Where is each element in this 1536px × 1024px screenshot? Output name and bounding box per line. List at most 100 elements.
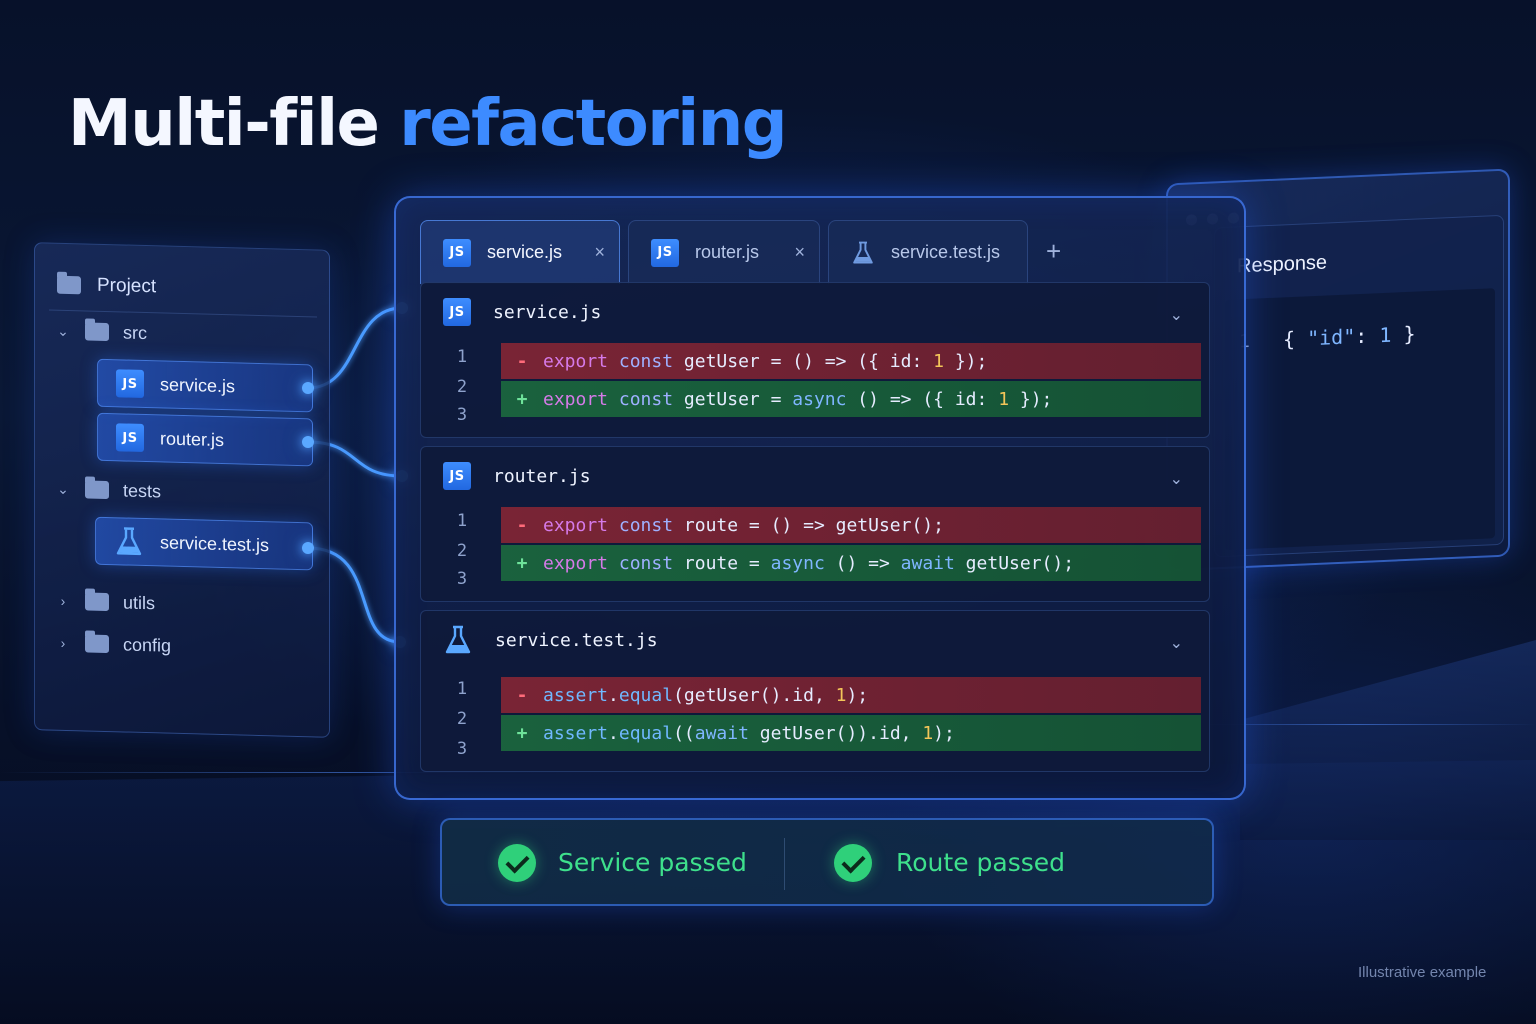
tab-label: service.test.js — [891, 242, 1001, 262]
flask-icon — [853, 241, 873, 264]
tree-file-label: router.js — [160, 427, 225, 450]
response-json: { "id": 1 } — [1283, 322, 1416, 352]
js-icon: JS — [116, 423, 144, 453]
tab-label: service.js — [487, 242, 563, 262]
connector-dot — [302, 382, 314, 394]
diff-sign-removed: - — [516, 684, 528, 706]
explorer-root-label: Project — [97, 274, 157, 298]
tab-service-js[interactable]: JS service.js × — [420, 220, 620, 284]
connector-dot — [302, 436, 314, 448]
diff-sign-added: + — [516, 722, 528, 744]
test-status-bar: Service passed Route passed — [440, 818, 1214, 906]
tree-folder-label: config — [123, 633, 172, 656]
tree-folder-tests[interactable]: ⌄ tests — [55, 474, 161, 507]
folder-icon — [85, 480, 109, 500]
tree-file-service-js[interactable]: JS service.js — [97, 358, 313, 413]
response-title: Response — [1237, 251, 1328, 278]
line-number: 3 — [456, 569, 468, 589]
status-service-passed: Service passed — [558, 848, 747, 877]
tab-router-js[interactable]: JS router.js × — [628, 220, 820, 284]
tab-label: router.js — [695, 242, 760, 262]
response-json-text: { "id": 1 } — [1283, 321, 1416, 352]
check-circle-icon — [834, 844, 872, 882]
diff-sign-added: + — [516, 552, 528, 574]
panel-file-name: router.js — [493, 465, 591, 487]
line-number: 1 — [456, 347, 468, 367]
line-number: 1 — [456, 511, 468, 531]
tree-file-router-js[interactable]: JS router.js — [97, 412, 313, 467]
diff-code: export const getUser = async () => ({ id… — [543, 388, 1053, 410]
tree-file-label: service.test.js — [160, 531, 270, 555]
diff-line-added: + export const route = async () => await… — [501, 545, 1201, 581]
js-icon: JS — [443, 238, 471, 267]
line-number: 2 — [456, 541, 468, 561]
panel-file-name: service.test.js — [495, 629, 658, 651]
tree-folder-src[interactable]: ⌄ src — [55, 316, 147, 348]
diff-code: export const route = async () => await g… — [543, 552, 1075, 574]
diff-line-removed: - assert.equal(getUser().id, 1); — [501, 677, 1201, 713]
diff-line-added: + assert.equal((await getUser()).id, 1); — [501, 715, 1201, 751]
tab-service-test-js[interactable]: service.test.js — [828, 220, 1028, 284]
diff-code: export const getUser = () => ({ id: 1 })… — [543, 350, 988, 372]
tree-file-label: service.js — [160, 373, 236, 396]
line-number: 2 — [456, 377, 468, 397]
diff-code: assert.equal(getUser().id, 1); — [543, 684, 869, 706]
panel-header[interactable]: service.test.js — [443, 623, 658, 657]
line-number: 3 — [456, 405, 468, 425]
folder-icon — [57, 275, 81, 295]
tree-file-service-test-js[interactable]: service.test.js — [95, 516, 313, 571]
status-route-passed: Route passed — [896, 848, 1066, 877]
diff-panel-service-test-js: service.test.js ⌄ 1 2 3 - assert.equal(g… — [420, 610, 1210, 772]
diff-sign-removed: - — [516, 350, 528, 372]
folder-icon — [85, 634, 109, 654]
line-number: 2 — [456, 709, 468, 729]
panel-file-name: service.js — [493, 301, 602, 323]
folder-icon — [85, 592, 109, 612]
panel-header[interactable]: JS service.js — [443, 295, 601, 329]
diff-line-removed: - export const getUser = () => ({ id: 1 … — [501, 343, 1201, 379]
flask-icon — [116, 527, 142, 556]
chevron-down-icon[interactable]: ⌄ — [1170, 633, 1183, 653]
diff-panel-service-js: JS service.js ⌄ 1 2 3 - export const get… — [420, 282, 1210, 438]
footnote: Illustrative example — [1358, 964, 1487, 981]
tree-folder-label: src — [123, 321, 147, 343]
diff-line-added: + export const getUser = async () => ({ … — [501, 381, 1201, 417]
status-divider — [784, 838, 785, 890]
close-icon[interactable]: × — [794, 242, 805, 263]
diff-code: export const route = () => getUser(); — [543, 514, 944, 536]
code-editor: JS service.js × JS router.js × service.t… — [394, 196, 1246, 800]
tree-folder-utils[interactable]: › utils — [55, 586, 155, 619]
diff-sign-added: + — [516, 388, 528, 410]
check-circle-icon — [498, 844, 536, 882]
tree-folder-label: tests — [123, 479, 162, 501]
chevron-down-icon: ⌄ — [57, 322, 69, 339]
diff-sign-removed: - — [516, 514, 528, 536]
tree-folder-config[interactable]: › config — [55, 628, 171, 661]
diff-code: assert.equal((await getUser()).id, 1); — [543, 722, 955, 744]
explorer-header[interactable]: Project — [57, 270, 307, 307]
file-explorer: Project ⌄ src JS service.js JS router.js… — [34, 242, 330, 738]
close-icon[interactable]: × — [594, 242, 605, 263]
tab-bar: JS service.js × JS router.js × service.t… — [420, 220, 1220, 284]
line-number: 3 — [456, 739, 468, 759]
js-icon: JS — [443, 462, 471, 490]
line-number: 1 — [456, 679, 468, 699]
chevron-down-icon: ⌄ — [57, 480, 69, 497]
flask-icon — [445, 625, 471, 654]
js-icon: JS — [443, 298, 471, 326]
tree-folder-label: utils — [123, 591, 156, 613]
diff-line-removed: - export const route = () => getUser(); — [501, 507, 1201, 543]
js-icon: JS — [651, 238, 679, 267]
chevron-right-icon: › — [60, 592, 66, 609]
folder-icon — [85, 322, 109, 342]
add-tab-button[interactable]: + — [1046, 236, 1061, 267]
connector-dot — [302, 542, 314, 554]
panel-header[interactable]: JS router.js — [443, 459, 591, 493]
response-code: 1 { "id": 1 } — [1225, 288, 1495, 550]
diff-panel-router-js: JS router.js ⌄ 1 2 3 - export const rout… — [420, 446, 1210, 602]
chevron-down-icon[interactable]: ⌄ — [1170, 305, 1183, 325]
chevron-down-icon[interactable]: ⌄ — [1170, 469, 1183, 489]
js-icon: JS — [116, 369, 144, 399]
response-panel: Response 1 { "id": 1 } — [1214, 214, 1504, 558]
chevron-right-icon: › — [60, 634, 66, 651]
